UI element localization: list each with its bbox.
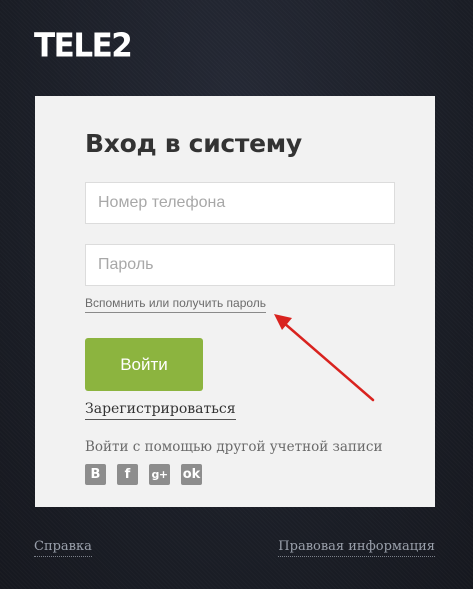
tele2-logo: TELE2 [34, 27, 133, 65]
facebook-icon[interactable]: f [117, 464, 138, 485]
forgot-password-link[interactable]: Вспомнить или получить пароль [85, 296, 267, 313]
google-plus-icon[interactable]: g+ [149, 464, 170, 485]
phone-number-input[interactable] [85, 182, 395, 224]
password-input[interactable] [85, 244, 395, 286]
social-login-label: Войти с помощью другой учетной записи [85, 439, 383, 455]
odnoklassniki-icon[interactable]: ok [181, 464, 202, 485]
login-card: Вход в систему Вспомнить или получить па… [35, 96, 435, 507]
register-link[interactable]: Зарегистрироваться [85, 400, 236, 420]
legal-info-link[interactable]: Правовая информация [278, 538, 435, 557]
page-title: Вход в систему [85, 129, 302, 158]
help-link[interactable]: Справка [34, 538, 92, 557]
social-login-buttons: B f g+ ok [85, 464, 202, 485]
vk-icon[interactable]: B [85, 464, 106, 485]
login-button[interactable]: Войти [85, 338, 203, 391]
